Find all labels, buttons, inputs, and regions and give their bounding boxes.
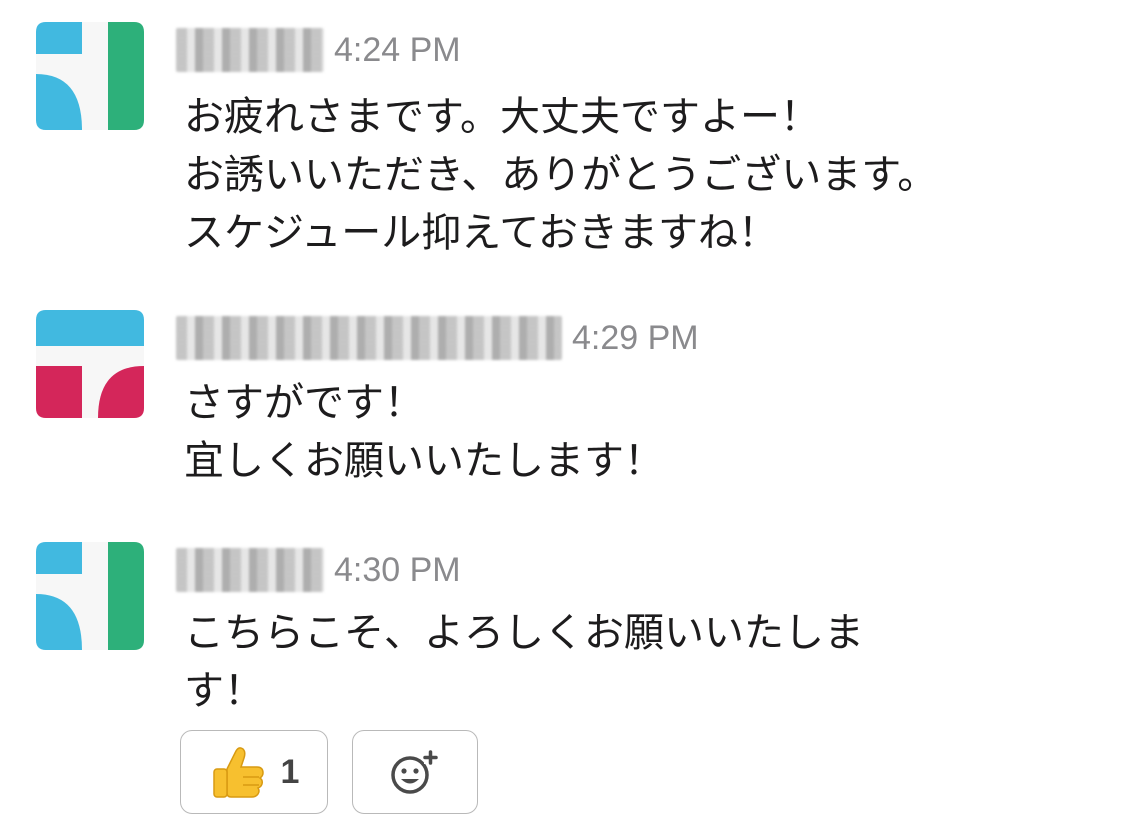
message-timestamp[interactable]: 4:29 PM: [572, 319, 699, 358]
message-header: 4:30 PM: [176, 546, 461, 594]
add-reaction-icon: [391, 750, 438, 794]
sender-name-blurred[interactable]: [176, 316, 562, 360]
add-reaction-button[interactable]: [352, 730, 478, 814]
message-header: 4:24 PM: [176, 26, 461, 74]
user-avatar[interactable]: [36, 310, 144, 418]
reaction-bar: 1: [180, 730, 478, 814]
sender-name-blurred[interactable]: [176, 548, 324, 592]
message-timestamp[interactable]: 4:24 PM: [334, 31, 461, 70]
message-timestamp[interactable]: 4:30 PM: [334, 551, 461, 590]
user-avatar[interactable]: [36, 22, 144, 130]
message-header: 4:29 PM: [176, 314, 699, 362]
thumbs-up-emoji-icon: [212, 747, 264, 798]
user-avatar[interactable]: [36, 542, 144, 650]
message-text: お疲れさまです。大丈夫ですよー！ お誘いいただき、ありがとうございます。 スケジ…: [184, 94, 938, 256]
reaction-count: 1: [280, 752, 300, 791]
message-text: こちらこそ、よろしくお願いいたしま す！: [184, 610, 864, 714]
sender-name-blurred[interactable]: [176, 28, 324, 72]
thumbs-up-reaction-button[interactable]: 1: [180, 730, 328, 814]
message-text: さすがです！ 宜しくお願いいたします！: [184, 380, 664, 484]
